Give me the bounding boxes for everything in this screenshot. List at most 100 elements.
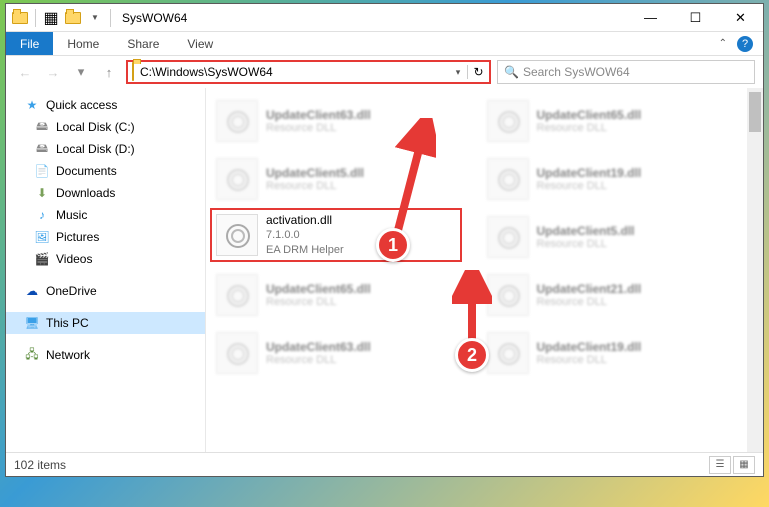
pc-icon: 🖥: [24, 315, 40, 331]
label: Network: [46, 348, 90, 362]
file-description: EA DRM Helper: [266, 243, 344, 258]
title-bar: ▦ ▼ SysWOW64 — ☐ ✕: [6, 4, 763, 32]
file-item[interactable]: UpdateClient19.dllResource DLL: [483, 150, 744, 208]
recent-locations-icon[interactable]: ▾: [70, 61, 92, 83]
dll-icon: [216, 158, 258, 200]
separator: [110, 9, 111, 27]
dll-icon: [216, 274, 258, 316]
refresh-button[interactable]: ↻: [467, 65, 489, 79]
forward-button[interactable]: →: [42, 61, 64, 83]
file-name: activation.dll: [266, 212, 344, 228]
file-name: UpdateClient65.dll: [537, 108, 642, 122]
file-type: Resource DLL: [266, 354, 371, 366]
properties-icon[interactable]: ▦: [41, 8, 61, 28]
sidebar-item-music[interactable]: ♪Music: [6, 204, 205, 226]
address-dropdown-icon[interactable]: ▾: [449, 67, 467, 78]
file-name: UpdateClient63.dll: [266, 340, 371, 354]
pictures-icon: 🖼: [34, 229, 50, 245]
label: Music: [56, 208, 87, 222]
tab-home[interactable]: Home: [53, 32, 113, 55]
dll-icon: [487, 332, 529, 374]
collapse-ribbon-icon[interactable]: ⌃: [719, 38, 727, 49]
sidebar-item-network[interactable]: 🖧 Network: [6, 344, 205, 366]
dll-icon: [216, 100, 258, 142]
label: Documents: [56, 164, 117, 178]
search-input[interactable]: 🔍 Search SysWOW64: [497, 60, 755, 84]
dll-icon: [487, 274, 529, 316]
file-item[interactable]: UpdateClient19.dllResource DLL: [483, 324, 744, 382]
file-item[interactable]: UpdateClient63.dllResource DLL: [212, 324, 473, 382]
label: Downloads: [56, 186, 115, 200]
status-bar: 102 items ☰ ▦: [6, 452, 763, 476]
file-item[interactable]: UpdateClient21.dllResource DLL: [483, 266, 744, 324]
file-type: Resource DLL: [537, 354, 642, 366]
file-item[interactable]: UpdateClient65.dllResource DLL: [212, 266, 473, 324]
view-details-button[interactable]: ☰: [709, 456, 731, 474]
file-type: Resource DLL: [537, 296, 642, 308]
label: Local Disk (C:): [56, 120, 135, 134]
dll-icon: [487, 158, 529, 200]
sidebar-item-disk-c[interactable]: 🖴Local Disk (C:): [6, 116, 205, 138]
disk-icon: 🖴: [34, 141, 50, 157]
file-type: Resource DLL: [537, 180, 642, 192]
downloads-icon: ⬇: [34, 185, 50, 201]
new-folder-icon[interactable]: [63, 8, 83, 28]
file-type: Resource DLL: [266, 296, 371, 308]
sidebar-item-downloads[interactable]: ⬇ Downloads: [6, 182, 205, 204]
annotation-2: 2: [452, 270, 492, 360]
search-placeholder: Search SysWOW64: [523, 65, 630, 79]
network-icon: 🖧: [24, 347, 40, 363]
file-item[interactable]: UpdateClient65.dllResource DLL: [483, 92, 744, 150]
dll-icon: [487, 216, 529, 258]
minimize-button[interactable]: —: [628, 4, 673, 32]
onedrive-icon: ☁: [24, 283, 40, 299]
sidebar-item-documents[interactable]: 📄Documents: [6, 160, 205, 182]
dll-icon: [216, 214, 258, 256]
sidebar-item-quick-access[interactable]: ★Quick access: [6, 94, 205, 116]
address-path[interactable]: C:\Windows\SysWOW64: [138, 65, 449, 79]
tab-share[interactable]: Share: [113, 32, 173, 55]
maximize-button[interactable]: ☐: [673, 4, 718, 32]
file-name: UpdateClient5.dll: [537, 224, 635, 238]
file-meta: activation.dll 7.1.0.0 EA DRM Helper: [266, 212, 344, 258]
scrollbar-thumb[interactable]: [749, 92, 761, 132]
address-bar[interactable]: C:\Windows\SysWOW64 ▾ ↻: [126, 60, 491, 84]
up-button[interactable]: ↑: [98, 61, 120, 83]
sidebar-item-this-pc[interactable]: 🖥This PC: [6, 312, 205, 334]
file-type: Resource DLL: [266, 122, 371, 134]
tab-view[interactable]: View: [173, 32, 227, 55]
file-name: UpdateClient19.dll: [537, 166, 642, 180]
star-icon: ★: [24, 97, 40, 113]
file-type: Resource DLL: [266, 180, 364, 192]
body-area: ★Quick access 🖴Local Disk (C:) 🖴Local Di…: [6, 88, 763, 452]
sidebar-item-onedrive[interactable]: ☁OneDrive: [6, 280, 205, 302]
view-icons-button[interactable]: ▦: [733, 456, 755, 474]
navigation-pane: ★Quick access 🖴Local Disk (C:) 🖴Local Di…: [6, 88, 206, 452]
file-name: UpdateClient65.dll: [266, 282, 371, 296]
separator: [35, 9, 36, 27]
label: Pictures: [56, 230, 99, 244]
file-list-area: UpdateClient63.dllResource DLLUpdateClie…: [206, 88, 763, 452]
back-button[interactable]: ←: [14, 61, 36, 83]
file-name: UpdateClient5.dll: [266, 166, 364, 180]
file-type: Resource DLL: [537, 238, 635, 250]
ribbon-tabs: File Home Share View ⌃ ?: [6, 32, 763, 56]
address-bar-row: ← → ▾ ↑ C:\Windows\SysWOW64 ▾ ↻ 🔍 Search…: [6, 56, 763, 88]
dll-icon: [216, 332, 258, 374]
sidebar-item-disk-d[interactable]: 🖴Local Disk (D:): [6, 138, 205, 160]
label: Videos: [56, 252, 92, 266]
sidebar-item-videos[interactable]: 🎬Videos: [6, 248, 205, 270]
sidebar-item-pictures[interactable]: 🖼 Pictures: [6, 226, 205, 248]
qat-dropdown-icon[interactable]: ▼: [85, 8, 105, 28]
file-name: UpdateClient63.dll: [266, 108, 371, 122]
annotation-bubble-2: 2: [455, 338, 489, 372]
item-count: 102 items: [14, 458, 66, 472]
file-item[interactable]: UpdateClient5.dllResource DLL: [483, 208, 744, 266]
window-controls: — ☐ ✕: [628, 4, 763, 32]
close-button[interactable]: ✕: [718, 4, 763, 32]
scrollbar[interactable]: [747, 88, 763, 452]
help-icon[interactable]: ?: [737, 36, 753, 52]
tab-file[interactable]: File: [6, 32, 53, 55]
file-type: Resource DLL: [537, 122, 642, 134]
dll-icon: [487, 100, 529, 142]
